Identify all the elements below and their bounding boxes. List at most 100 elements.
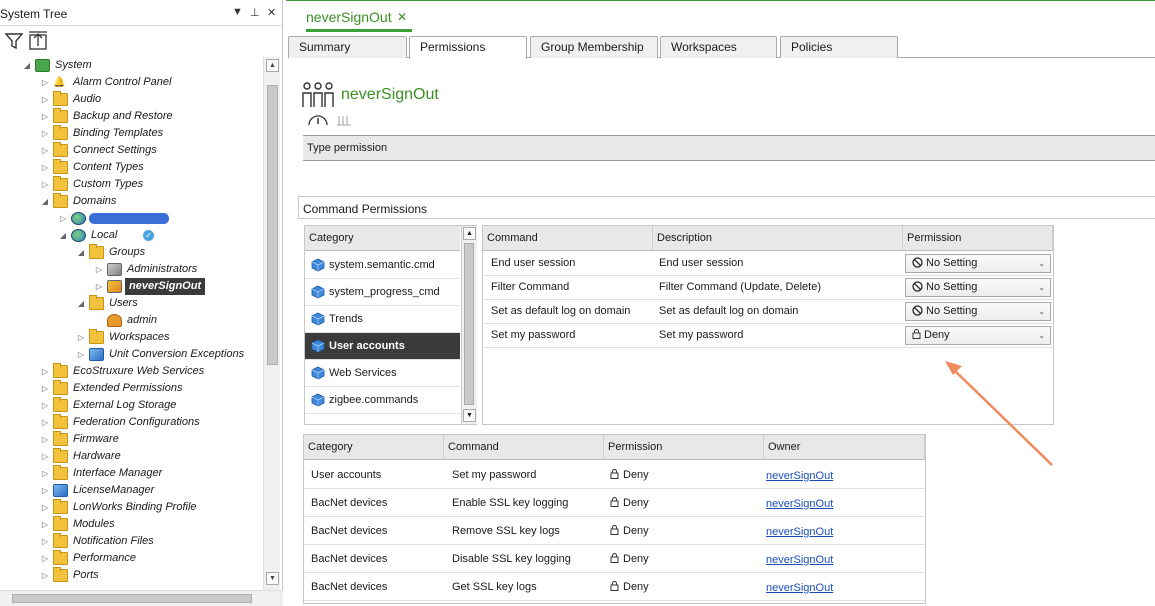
tab-summary[interactable]: Summary (288, 36, 407, 58)
scroll-down-icon[interactable]: ▼ (266, 572, 279, 585)
tree-item[interactable]: ▷ 🔔 Alarm Control Panel (0, 74, 262, 91)
filter-icon[interactable] (3, 30, 25, 52)
tree-item[interactable]: ▷ LonWorks Binding Profile (0, 499, 262, 516)
tree-item[interactable]: ◢ Domains (0, 193, 262, 210)
permission-dropdown[interactable]: Deny ⌄ (905, 326, 1051, 345)
tree-item[interactable]: ▷ Backup and Restore (0, 108, 262, 125)
tree-item[interactable]: ▷ Notification Files (0, 533, 262, 550)
tab-policies[interactable]: Policies (780, 36, 898, 58)
column-header-owner[interactable]: Owner (764, 435, 925, 460)
tree-item[interactable]: ▷ Connect Settings (0, 142, 262, 159)
close-icon[interactable]: ✕ (267, 6, 276, 19)
category-item[interactable]: system_progress_cmd (305, 279, 460, 306)
tree-item[interactable]: ▷ Modules (0, 516, 262, 533)
expand-icon[interactable]: ▷ (40, 159, 50, 176)
expand-icon[interactable]: ▷ (40, 448, 50, 465)
category-item[interactable]: User accounts (305, 333, 460, 360)
collapse-icon[interactable]: ◢ (76, 244, 86, 261)
owner-link[interactable]: neverSignOut (766, 526, 833, 538)
category-item[interactable]: zigbee.commands (305, 387, 460, 414)
scroll-thumb[interactable] (267, 85, 278, 365)
expand-icon[interactable]: ▷ (76, 346, 86, 363)
collapse-icon[interactable]: ◢ (22, 57, 32, 74)
owner-link[interactable]: neverSignOut (766, 470, 833, 482)
column-header-command[interactable]: Command (444, 435, 604, 460)
owner-link[interactable]: neverSignOut (766, 554, 833, 566)
expand-icon[interactable]: ▷ (40, 516, 50, 533)
tree-item[interactable]: ▷ Performance (0, 550, 262, 567)
tree-item[interactable]: ▷ Audio (0, 91, 262, 108)
expand-icon[interactable]: ▷ (94, 278, 104, 295)
column-header-description[interactable]: Description (653, 226, 903, 251)
tree-item[interactable]: ◢ System (0, 57, 262, 74)
expand-icon[interactable]: ▷ (40, 91, 50, 108)
expand-icon[interactable]: ▷ (40, 380, 50, 397)
tree-item[interactable]: admin (0, 312, 262, 329)
expand-icon[interactable]: ▷ (40, 465, 50, 482)
expand-icon[interactable]: ▷ (40, 108, 50, 125)
expand-icon[interactable]: ▷ (40, 567, 50, 584)
tree-item[interactable]: ▷ Content Types (0, 159, 262, 176)
tree-item[interactable]: ▷ Ports (0, 567, 262, 584)
column-header-category[interactable]: Category (304, 435, 444, 460)
expand-icon[interactable]: ▷ (40, 397, 50, 414)
tab-workspaces[interactable]: Workspaces (660, 36, 777, 58)
tree-horizontal-scrollbar[interactable] (0, 590, 283, 606)
tree-item[interactable]: ◢ Local ✓ (0, 227, 262, 244)
collapse-icon[interactable]: ◢ (40, 193, 50, 210)
expand-icon[interactable]: ▷ (40, 176, 50, 193)
tree-item[interactable]: ◢ Users (0, 295, 262, 312)
tree-item[interactable]: ▷ Custom Types (0, 176, 262, 193)
column-header-permission[interactable]: Permission (604, 435, 764, 460)
table-row[interactable]: Set my password Set my password Deny ⌄ (483, 324, 1053, 348)
tree-item[interactable]: ▷ Binding Templates (0, 125, 262, 142)
expand-icon[interactable]: ▷ (94, 261, 104, 278)
table-row[interactable]: Filter Command Filter Command (Update, De… (483, 276, 1053, 300)
expand-icon[interactable]: ▷ (40, 414, 50, 431)
tree-item[interactable]: ▷ Unit Conversion Exceptions (0, 346, 262, 363)
permission-dropdown[interactable]: No Setting ⌄ (905, 254, 1051, 273)
tree-item[interactable]: ▷ Federation Configurations (0, 414, 262, 431)
owner-link[interactable]: neverSignOut (766, 582, 833, 594)
tab-group-membership[interactable]: Group Membership (530, 36, 658, 58)
scroll-thumb[interactable] (464, 243, 474, 405)
tree-item[interactable]: ▷ neverSignOut (0, 278, 262, 295)
pane-dropdown-icon[interactable]: ▼ (232, 6, 243, 18)
permission-dropdown[interactable]: No Setting ⌄ (905, 278, 1051, 297)
expand-icon[interactable]: ▷ (40, 431, 50, 448)
info-icon[interactable] (308, 112, 328, 126)
tree-item[interactable]: ▷ Extended Permissions (0, 380, 262, 397)
expand-icon[interactable]: ▷ (40, 550, 50, 567)
category-item[interactable]: system.semantic.cmd (305, 252, 460, 279)
tree-item[interactable]: ▷ EcoStruxure Web Services (0, 363, 262, 380)
expand-icon[interactable]: ▷ (40, 499, 50, 516)
permission-dropdown[interactable]: No Setting ⌄ (905, 302, 1051, 321)
tree-item[interactable]: ▷ External Log Storage (0, 397, 262, 414)
pin-icon[interactable]: ⊥ (250, 6, 260, 19)
tree-item[interactable]: ▷ Interface Manager (0, 465, 262, 482)
collapse-icon[interactable]: ◢ (58, 227, 68, 244)
tree-item[interactable]: ▷ (0, 210, 262, 227)
owner-link[interactable]: neverSignOut (766, 498, 833, 510)
table-row[interactable]: Set as default log on domain Set as defau… (483, 300, 1053, 324)
expand-icon[interactable]: ▷ (40, 533, 50, 550)
expand-icon[interactable]: ▷ (76, 329, 86, 346)
expand-icon[interactable]: ▷ (40, 125, 50, 142)
expand-icon[interactable]: ▷ (40, 363, 50, 380)
tree-item[interactable]: ▷ LicenseManager (0, 482, 262, 499)
column-header-permission[interactable]: Permission (903, 226, 1053, 251)
scroll-down-icon[interactable]: ▼ (463, 409, 476, 422)
scroll-up-icon[interactable]: ▲ (463, 227, 476, 240)
scroll-up-icon[interactable]: ▲ (266, 59, 279, 72)
expand-icon[interactable]: ▷ (58, 210, 68, 227)
grid-icon[interactable] (336, 114, 352, 126)
column-header-command[interactable]: Command (483, 226, 653, 251)
scroll-thumb[interactable] (12, 594, 252, 603)
expand-icon[interactable]: ▷ (40, 142, 50, 159)
tree-item[interactable]: ◢ Groups (0, 244, 262, 261)
category-item[interactable]: Trends (305, 306, 460, 333)
tree-item[interactable]: ▷ Administrators (0, 261, 262, 278)
expand-icon[interactable]: ▷ (40, 482, 50, 499)
category-scrollbar[interactable]: ▲ ▼ (461, 226, 477, 424)
table-row[interactable]: End user session End user session No Setti… (483, 252, 1053, 276)
